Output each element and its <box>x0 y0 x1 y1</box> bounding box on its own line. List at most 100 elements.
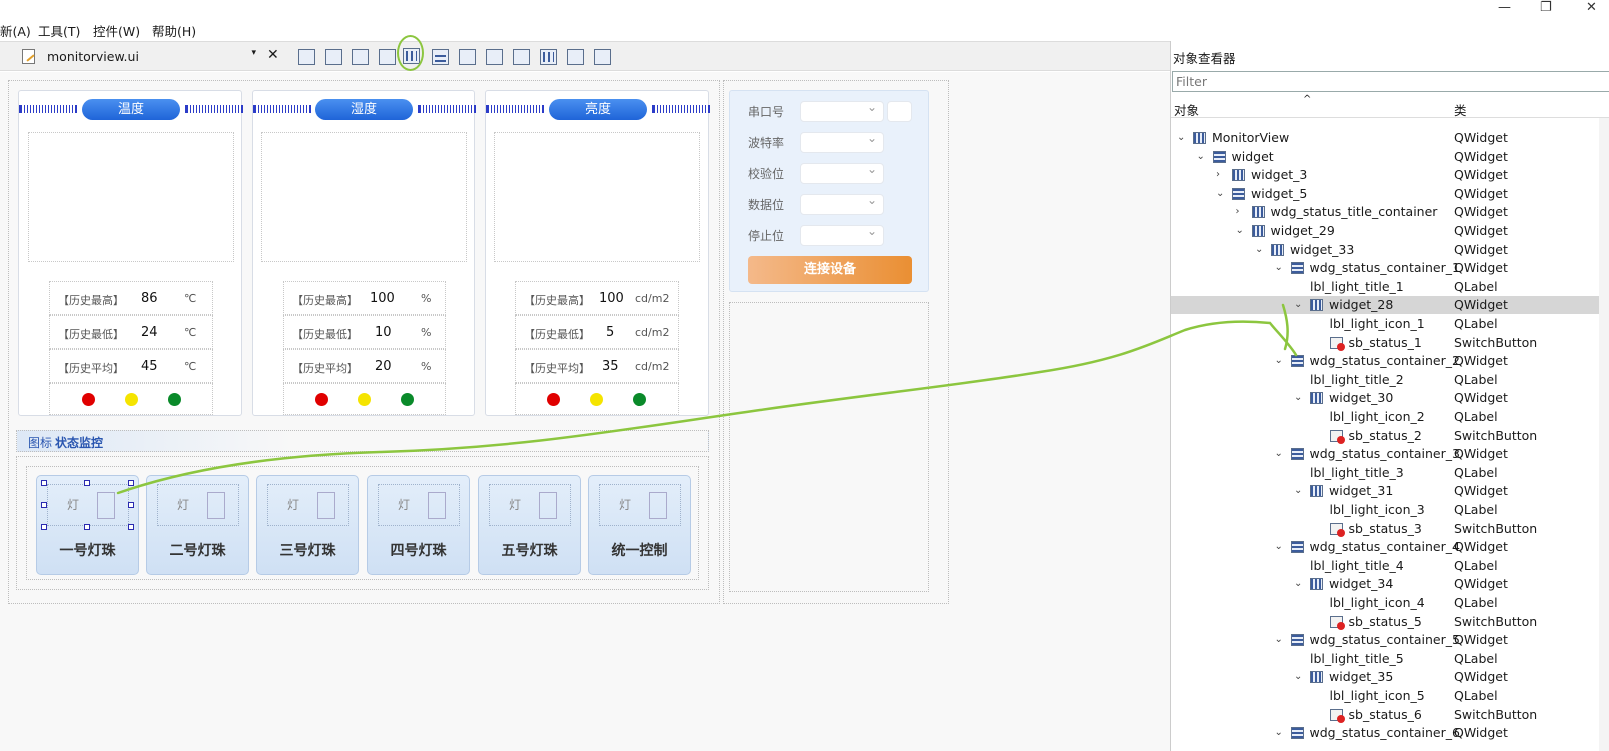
tree-row[interactable]: lbl_light_icon_5 QLabel <box>1171 687 1609 705</box>
stop-bits-select[interactable] <box>800 224 884 246</box>
expand-arrow-icon[interactable]: ⌄ <box>1197 148 1205 166</box>
expand-arrow-icon[interactable]: ⌄ <box>1294 575 1302 593</box>
status-switch[interactable] <box>317 492 335 519</box>
expand-arrow-icon[interactable]: ⌄ <box>1294 482 1302 500</box>
status-switch[interactable] <box>207 492 225 519</box>
expand-arrow-icon[interactable]: ⌄ <box>1236 222 1244 240</box>
tree-row[interactable]: ⌄ widget_30 QWidget <box>1171 389 1609 407</box>
vertical-splitter-icon[interactable] <box>486 49 503 65</box>
column-header-object[interactable]: 对象 <box>1174 100 1199 119</box>
expand-arrow-icon[interactable]: ⌄ <box>1255 241 1263 259</box>
tree-row[interactable]: ⌄ wdg_status_container_2 QWidget <box>1171 352 1609 370</box>
tree-row[interactable]: ⌄ widget_34 QWidget <box>1171 575 1609 593</box>
tree-row[interactable]: ⌄ widget_33 QWidget <box>1171 241 1609 259</box>
tree-row[interactable]: ⌄ MonitorView QWidget <box>1171 129 1609 147</box>
tree-row[interactable]: lbl_light_icon_2 QLabel <box>1171 408 1609 426</box>
light-card-1[interactable]: 灯 一号灯珠 <box>36 475 139 575</box>
adjust-size-icon[interactable] <box>594 49 611 65</box>
selection-handle[interactable] <box>84 524 90 530</box>
selection-handle[interactable] <box>41 502 47 508</box>
tree-row[interactable]: lbl_light_title_2 QLabel <box>1171 371 1609 389</box>
refresh-port-button[interactable] <box>887 101 912 122</box>
collapse-arrow-icon[interactable]: › <box>1216 166 1220 184</box>
tree-row[interactable]: ⌄ widget_5 QWidget <box>1171 185 1609 203</box>
tree-row[interactable]: ⌄ wdg_status_container_1 QWidget <box>1171 259 1609 277</box>
light-card-unified[interactable]: 灯 统一控制 <box>588 475 691 575</box>
chevron-down-icon[interactable]: ▾ <box>251 48 256 58</box>
selection-handle[interactable] <box>128 480 134 486</box>
parity-select[interactable] <box>800 162 884 184</box>
menu-item-tools[interactable]: 工具(T) <box>38 21 80 40</box>
tree-row[interactable]: ⌄ widget_28 QWidget <box>1171 296 1609 315</box>
form-layout-icon[interactable] <box>513 49 530 65</box>
light-card-3[interactable]: 灯 三号灯珠 <box>256 475 359 575</box>
tree-row[interactable]: lbl_light_title_4 QLabel <box>1171 557 1609 575</box>
tree-row[interactable]: lbl_light_icon_1 QLabel <box>1171 315 1609 333</box>
data-bits-select[interactable] <box>800 193 884 215</box>
expand-arrow-icon[interactable]: ⌄ <box>1275 352 1283 370</box>
menu-item-widgets[interactable]: 控件(W) <box>93 21 140 40</box>
break-layout-icon[interactable] <box>567 49 584 65</box>
expand-arrow-icon[interactable]: ⌄ <box>1216 185 1224 203</box>
tree-row[interactable]: ⌄ widget_31 QWidget <box>1171 482 1609 500</box>
status-switch[interactable] <box>428 492 446 519</box>
close-form-icon[interactable]: ✕ <box>267 47 279 63</box>
tree-row[interactable]: sb_status_6 SwitchButton <box>1171 706 1609 724</box>
close-icon[interactable]: ✕ <box>1586 0 1597 15</box>
edit-signals-icon[interactable] <box>325 49 342 65</box>
edit-buddies-icon[interactable] <box>352 49 369 65</box>
status-switch[interactable] <box>539 492 557 519</box>
tree-row[interactable]: ⌄ wdg_status_container_3 QWidget <box>1171 445 1609 463</box>
connect-device-button[interactable]: 连接设备 <box>748 256 912 284</box>
horizontal-splitter-icon[interactable] <box>459 49 476 65</box>
expand-arrow-icon[interactable]: ⌄ <box>1275 538 1283 556</box>
tree-row[interactable]: lbl_light_title_3 QLabel <box>1171 464 1609 482</box>
port-select[interactable] <box>800 100 884 122</box>
vertical-layout-icon[interactable] <box>432 49 449 65</box>
tree-row[interactable]: lbl_light_icon_3 QLabel <box>1171 501 1609 519</box>
tree-row[interactable]: ⌄ widget_29 QWidget <box>1171 222 1609 240</box>
selection-handle[interactable] <box>41 524 47 530</box>
selection-handle[interactable] <box>128 524 134 530</box>
filter-input[interactable]: Filter <box>1172 71 1609 92</box>
expand-arrow-icon[interactable]: ⌄ <box>1294 668 1302 686</box>
tree-row[interactable]: sb_status_5 SwitchButton <box>1171 613 1609 631</box>
tree-row[interactable]: ⌄ wdg_status_container_4 QWidget <box>1171 538 1609 556</box>
tree-row[interactable]: › wdg_status_title_container QWidget <box>1171 203 1609 221</box>
expand-arrow-icon[interactable]: ⌄ <box>1275 445 1283 463</box>
tree-row[interactable]: ⌄ widget_35 QWidget <box>1171 668 1609 686</box>
edit-widgets-icon[interactable] <box>298 49 315 65</box>
tree-row[interactable]: sb_status_3 SwitchButton <box>1171 520 1609 538</box>
expand-arrow-icon[interactable]: ⌄ <box>1294 296 1302 314</box>
tree-row[interactable]: sb_status_2 SwitchButton <box>1171 427 1609 445</box>
selection-handle[interactable] <box>41 480 47 486</box>
tree-row[interactable]: sb_status_1 SwitchButton <box>1171 334 1609 352</box>
light-card-2[interactable]: 灯 二号灯珠 <box>146 475 249 575</box>
expand-arrow-icon[interactable]: ⌄ <box>1275 631 1283 649</box>
tree-row[interactable]: ⌄ wdg_status_container_5 QWidget <box>1171 631 1609 649</box>
status-switch[interactable] <box>649 492 667 519</box>
tree-row[interactable]: lbl_light_title_1 QLabel <box>1171 278 1609 296</box>
light-card-5[interactable]: 灯 五号灯珠 <box>478 475 581 575</box>
tree-row[interactable]: › widget_3 QWidget <box>1171 166 1609 184</box>
expand-arrow-icon[interactable]: ⌄ <box>1294 389 1302 407</box>
tree-row[interactable]: lbl_light_icon_4 QLabel <box>1171 594 1609 612</box>
baud-rate-select[interactable] <box>800 131 884 153</box>
vertical-scrollbar[interactable] <box>1599 118 1609 751</box>
restore-icon[interactable]: ❐ <box>1540 0 1552 15</box>
grid-layout-icon[interactable] <box>540 49 557 65</box>
expand-arrow-icon[interactable]: ⌄ <box>1275 259 1283 277</box>
column-header-class[interactable]: 类 <box>1454 100 1467 119</box>
selection-handle[interactable] <box>128 502 134 508</box>
open-file-combo[interactable]: monitorview.ui ▾ <box>22 47 260 67</box>
selection-handle[interactable] <box>84 480 90 486</box>
edit-tab-order-icon[interactable] <box>379 49 396 65</box>
status-switch[interactable] <box>97 492 115 519</box>
tree-row[interactable]: ⌄ widget QWidget <box>1171 148 1609 166</box>
collapse-arrow-icon[interactable]: › <box>1236 203 1240 221</box>
expand-arrow-icon[interactable]: ⌄ <box>1275 724 1283 742</box>
tree-row[interactable]: lbl_light_title_5 QLabel <box>1171 650 1609 668</box>
menu-item-new[interactable]: 新(A) <box>0 21 31 40</box>
minimize-icon[interactable]: — <box>1498 0 1511 15</box>
expand-arrow-icon[interactable]: ⌄ <box>1177 129 1185 147</box>
